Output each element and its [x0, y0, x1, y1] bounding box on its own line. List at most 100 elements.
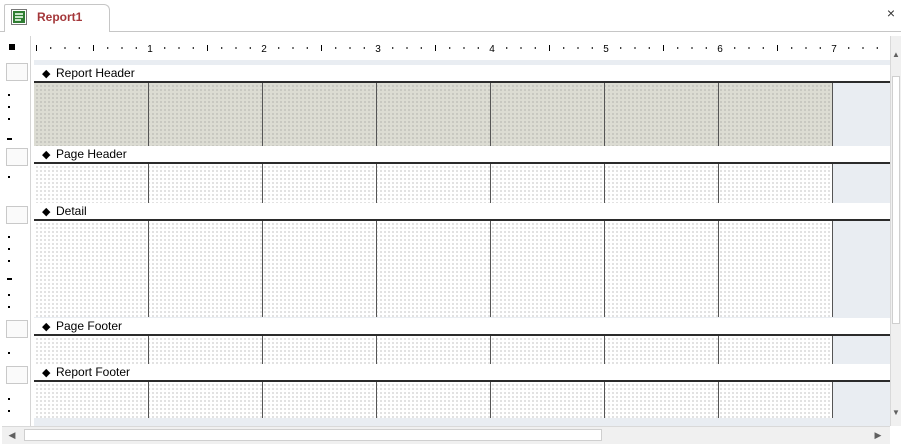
ruler-minor-tick: [463, 47, 465, 49]
vruler-tick: [8, 176, 10, 178]
grid-inch-line: [604, 336, 605, 364]
ruler-major-tick: [36, 45, 37, 51]
ruler-minor-tick: [876, 47, 878, 49]
ruler-minor-tick: [577, 47, 579, 49]
ruler-label: 2: [261, 44, 267, 55]
vruler-tick: [8, 260, 10, 262]
grid-inch-line: [604, 164, 605, 203]
ruler-minor-tick: [135, 47, 137, 49]
section-bar-report-footer[interactable]: ◆ Report Footer: [34, 364, 890, 382]
section-selector-detail[interactable]: [6, 206, 28, 224]
section-arrow-icon: ◆: [42, 206, 51, 218]
scroll-down-icon[interactable]: ▼: [891, 408, 901, 420]
vertical-scrollbar[interactable]: ▲ ▼: [890, 36, 901, 426]
tab-report1[interactable]: Report1: [4, 4, 110, 32]
vertical-ruler: [2, 60, 31, 426]
grid-inch-line: [490, 336, 491, 364]
section-margin-report-footer: [832, 382, 890, 418]
ruler-label: 7: [831, 44, 837, 55]
report-selector-icon: [9, 44, 15, 50]
grid-inch-line: [262, 382, 263, 418]
scroll-up-icon[interactable]: ▲: [891, 50, 901, 62]
section-label-report-header: Report Header: [56, 66, 135, 80]
grid-inch-line: [262, 221, 263, 317]
section-bar-page-header[interactable]: ◆ Page Header: [34, 146, 890, 164]
ruler-minor-tick: [762, 47, 764, 49]
ruler-minor-tick: [591, 47, 593, 49]
report-icon: [11, 9, 27, 25]
grid-inch-line: [376, 336, 377, 364]
ruler-major-tick: [93, 45, 94, 51]
grid-inch-line: [376, 221, 377, 317]
section-bar-page-footer[interactable]: ◆ Page Footer: [34, 318, 890, 336]
tab-underline-gap: [5, 31, 109, 32]
section-label-report-footer: Report Footer: [56, 365, 131, 379]
grid-inch-line: [262, 336, 263, 364]
report-design-canvas[interactable]: ◆ Report Header ◆ Page Header ◆ Detail ◆…: [34, 60, 890, 426]
ruler-major-tick: [777, 45, 778, 51]
grid-inch-line: [604, 83, 605, 146]
tab-underline: [0, 31, 901, 32]
vruler-tick: [8, 94, 10, 96]
section-selector-page-footer[interactable]: [6, 320, 28, 338]
section-margin-page-footer: [832, 336, 890, 364]
vruler-tick: [8, 236, 10, 238]
section-grid-report-header[interactable]: [34, 83, 832, 146]
ruler-minor-tick: [648, 47, 650, 49]
section-label-page-footer: Page Footer: [56, 319, 123, 333]
section-margin-detail: [832, 221, 890, 317]
report-selector-corner[interactable]: [2, 36, 31, 60]
grid-inch-line: [718, 164, 719, 203]
ruler-minor-tick: [691, 47, 693, 49]
ruler-minor-tick: [563, 47, 565, 49]
ruler-minor-tick: [634, 47, 636, 49]
section-grid-page-footer[interactable]: [34, 336, 832, 364]
ruler-minor-tick: [221, 47, 223, 49]
ruler-major-tick: [549, 45, 550, 51]
ruler-minor-tick: [506, 47, 508, 49]
section-selector-report-header[interactable]: [6, 63, 28, 81]
grid-inch-line: [148, 83, 149, 146]
ruler-minor-tick: [848, 47, 850, 49]
grid-inch-line: [490, 164, 491, 203]
vruler-tick: [8, 118, 10, 120]
ruler-minor-tick: [862, 47, 864, 49]
ruler-minor-tick: [534, 47, 536, 49]
ruler-label: 1: [147, 44, 153, 55]
vruler-tick: [8, 248, 10, 250]
section-bar-report-header[interactable]: ◆ Report Header: [34, 65, 890, 83]
ruler-minor-tick: [791, 47, 793, 49]
ruler-minor-tick: [164, 47, 166, 49]
ruler-minor-tick: [235, 47, 237, 49]
horizontal-scroll-thumb[interactable]: [24, 429, 602, 441]
section-margin-page-header: [832, 164, 890, 203]
section-arrow-icon: ◆: [42, 321, 51, 333]
document-tab-strip: Report1 ×: [0, 0, 901, 32]
ruler-minor-tick: [392, 47, 394, 49]
section-grid-page-header[interactable]: [34, 164, 832, 203]
section-grid-report-footer[interactable]: [34, 382, 832, 418]
ruler-minor-tick: [449, 47, 451, 49]
ruler-minor-tick: [677, 47, 679, 49]
grid-inch-line: [148, 164, 149, 203]
ruler-minor-tick: [249, 47, 251, 49]
ruler-minor-tick: [805, 47, 807, 49]
grid-inch-line: [718, 336, 719, 364]
close-icon[interactable]: ×: [884, 5, 898, 21]
section-selector-page-header[interactable]: [6, 148, 28, 166]
vruler-tick: [8, 398, 10, 400]
section-grid-detail[interactable]: [34, 221, 832, 317]
ruler-minor-tick: [705, 47, 707, 49]
vertical-scroll-thumb[interactable]: [892, 76, 900, 324]
section-selector-report-footer[interactable]: [6, 366, 28, 384]
ruler-minor-tick: [64, 47, 66, 49]
section-bar-detail[interactable]: ◆ Detail: [34, 203, 890, 221]
scroll-left-icon[interactable]: ◀: [6, 429, 18, 441]
ruler-minor-tick: [363, 47, 365, 49]
ruler-minor-tick: [178, 47, 180, 49]
scroll-right-icon[interactable]: ▶: [872, 429, 884, 441]
horizontal-scrollbar[interactable]: ◀ ▶: [2, 426, 890, 444]
vruler-tick: [8, 306, 10, 308]
grid-inch-line: [490, 83, 491, 146]
horizontal-ruler: 1 2 3 4 5 6 7: [34, 36, 890, 60]
